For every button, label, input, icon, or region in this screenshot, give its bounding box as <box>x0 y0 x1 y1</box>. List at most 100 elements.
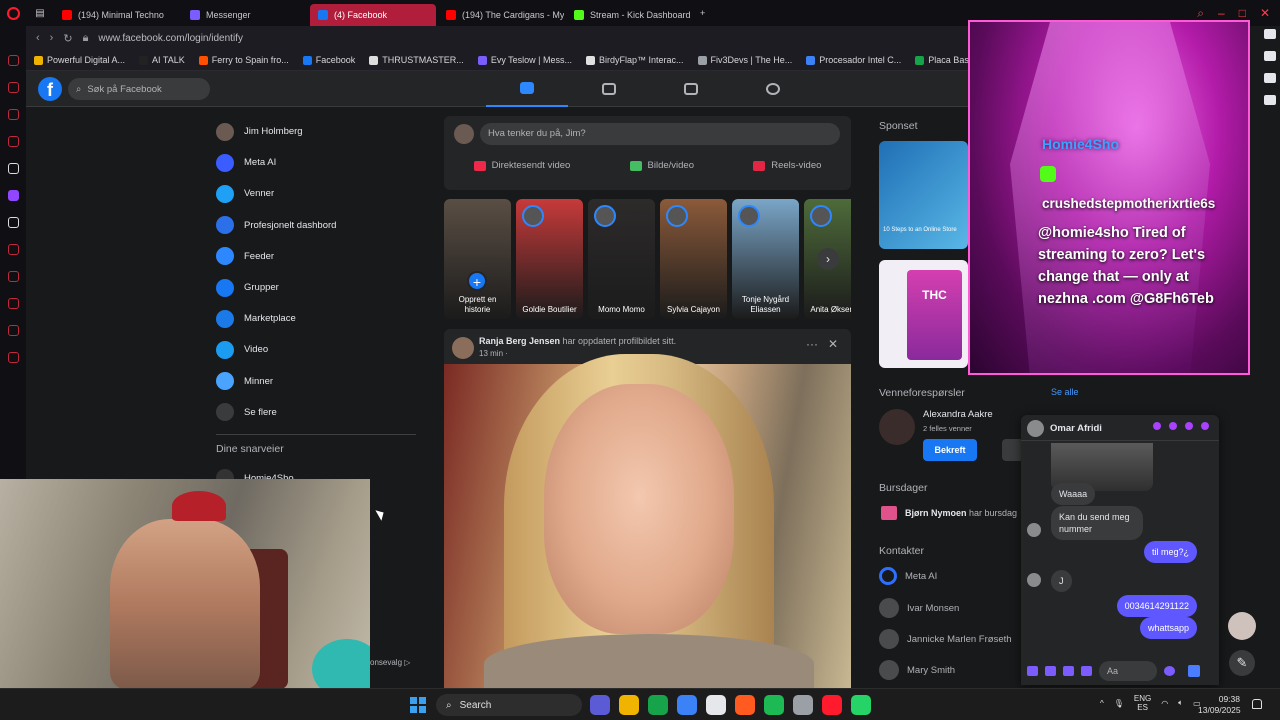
taskbar-app-icon[interactable] <box>590 695 610 715</box>
chat-avatar[interactable] <box>1027 420 1044 437</box>
post-menu-icon[interactable]: ··· <box>806 337 818 351</box>
left-menu-item[interactable]: Feeder <box>212 241 422 272</box>
post-author-avatar[interactable] <box>452 337 474 359</box>
bookmark-item[interactable]: Facebook <box>302 55 355 65</box>
chat-contact-name[interactable]: Omar Afridi <box>1050 423 1102 434</box>
contact-item[interactable]: Mary Smith <box>879 660 955 680</box>
browser-tab[interactable]: (194) The Cardigans - My <box>438 4 564 26</box>
facebook-search-input[interactable]: ⌕ Søk på Facebook <box>68 78 210 100</box>
taskbar-clock[interactable]: 09:38 13/09/2025 <box>1198 694 1241 716</box>
gear-icon[interactable] <box>1264 95 1276 105</box>
browser-tab[interactable]: Stream - Kick Dashboard <box>566 4 692 26</box>
language-indicator[interactable]: ENG ES <box>1134 694 1151 712</box>
volume-icon[interactable]: 🔈︎ <box>1178 698 1183 708</box>
delete-request-button[interactable] <box>1002 439 1022 461</box>
left-menu-item[interactable]: Meta AI <box>212 147 422 178</box>
windows-start-icon[interactable] <box>410 697 426 713</box>
taskbar-app-icon[interactable] <box>822 695 842 715</box>
chat-message-bubble[interactable]: Kan du send meg nummer <box>1051 506 1143 540</box>
story-card[interactable]: Momo Momo <box>588 199 655 319</box>
post-author-name[interactable]: Ranja Berg Jensen <box>479 336 560 346</box>
browser-tab[interactable]: (4) Facebook <box>310 4 436 26</box>
left-menu-item[interactable]: Jim Holmberg <box>212 116 422 147</box>
composer-avatar[interactable] <box>454 124 474 144</box>
bookmark-item[interactable]: Ferry to Spain fro... <box>198 55 289 65</box>
bookmark-item[interactable]: Fiv3Devs | The He... <box>697 55 792 65</box>
left-menu-item[interactable]: Venner <box>212 178 422 209</box>
camera-icon[interactable] <box>1264 29 1276 39</box>
sidebar-settings-icon[interactable] <box>7 352 19 363</box>
new-message-button[interactable]: ✎ <box>1229 650 1255 676</box>
bookmark-item[interactable]: THRUSTMASTER... <box>369 55 464 65</box>
sidebar-clock-icon[interactable] <box>7 244 19 255</box>
record-icon[interactable] <box>1264 51 1276 61</box>
sidebar-history-icon[interactable] <box>7 55 19 66</box>
sponsored-ad-1[interactable]: 10 Steps to an Online Store <box>879 141 968 249</box>
maximize-icon[interactable]: □ <box>1239 6 1246 21</box>
chat-header[interactable]: Omar Afridi <box>1021 415 1219 441</box>
search-tabs-icon[interactable]: ⌕ <box>1197 6 1204 21</box>
chat-message-bubble[interactable]: J <box>1051 570 1072 592</box>
tray-chevron-icon[interactable]: ^ <box>1100 699 1104 708</box>
chat-message-input[interactable]: Aa <box>1099 661 1157 681</box>
reload-icon[interactable]: ↻ <box>63 32 72 45</box>
nav-marketplace-tab[interactable] <box>650 71 732 107</box>
taskbar-app-icon[interactable] <box>648 695 668 715</box>
browser-tab[interactable]: Messenger <box>182 4 308 26</box>
bookmark-item[interactable]: Evy Teslow | Mess... <box>477 55 572 65</box>
composer-input[interactable]: Hva tenker du på, Jim? <box>480 123 840 145</box>
composer-action-button[interactable]: Bilde/video <box>629 160 694 171</box>
sidebar-heart-icon[interactable] <box>7 271 19 282</box>
post-close-icon[interactable]: ✕ <box>828 337 838 351</box>
taskbar-app-icon[interactable] <box>735 695 755 715</box>
contact-item[interactable]: Meta AI <box>879 567 937 585</box>
chat-message-bubble[interactable]: til meg?¿ <box>1143 541 1197 563</box>
browser-tab[interactable]: (194) Minimal Techno <box>54 4 180 26</box>
chat-message-bubble[interactable]: Waaaa <box>1051 483 1096 505</box>
composer-action-button[interactable]: Reels-video <box>753 160 821 171</box>
sidebar-twitch-icon[interactable] <box>7 190 19 201</box>
left-menu-item[interactable]: Video <box>212 334 422 365</box>
left-menu-item[interactable]: Minner <box>212 366 422 397</box>
bookmark-item[interactable]: Placa Base Gigaby... <box>915 55 968 65</box>
birthday-item[interactable]: Bjørn Nymoen har bursdag <box>881 506 1023 520</box>
sidebar-extension-icon[interactable] <box>7 325 19 336</box>
bookmark-item[interactable]: BirdyFlap™ Interac... <box>586 55 684 65</box>
post-photo[interactable] <box>444 354 851 688</box>
contact-item[interactable]: Ivar Monsen <box>879 598 959 618</box>
stories-next-button[interactable]: › <box>817 248 839 270</box>
taskbar-app-icon[interactable] <box>851 695 871 715</box>
back-icon[interactable]: ‹ <box>36 32 40 44</box>
contact-item[interactable]: Jannicke Marlen Frøseth <box>879 629 1012 649</box>
left-menu-item[interactable]: Profesjonelt dashbord <box>212 210 422 241</box>
story-card[interactable]: Sylvia Cajayon <box>660 199 727 319</box>
sidebar-bag-icon[interactable] <box>7 82 19 93</box>
mic-icon[interactable] <box>1027 666 1038 676</box>
confirm-button[interactable]: Bekreft <box>923 439 977 461</box>
sidebar-ai-icon[interactable] <box>7 163 19 174</box>
taskbar-app-icon[interactable] <box>764 695 784 715</box>
tab-menu-icon[interactable]: ▤ <box>26 8 54 19</box>
gif-icon[interactable] <box>1081 666 1092 676</box>
close-chat-icon[interactable] <box>1201 422 1209 430</box>
mic-tray-icon[interactable]: 🎙︎ <box>1114 699 1124 708</box>
left-menu-item[interactable]: Se flere <box>212 397 422 428</box>
facebook-logo-icon[interactable]: f <box>38 77 62 101</box>
phone-icon[interactable] <box>1153 422 1161 430</box>
url-field[interactable]: www.facebook.com/login/identify <box>98 33 243 44</box>
see-all-link[interactable]: Se alle <box>1051 387 1079 397</box>
minimize-icon[interactable]: – <box>1218 6 1225 21</box>
friend-request-name[interactable]: Alexandra Aakre <box>923 409 993 420</box>
video-call-icon[interactable] <box>1169 422 1177 430</box>
chat-sender-avatar[interactable] <box>1027 523 1041 537</box>
sidebar-timer-icon[interactable] <box>7 298 19 309</box>
like-icon[interactable] <box>1188 665 1200 677</box>
privacy-link-fragment[interactable]: onsevalg ▷ <box>370 658 410 667</box>
story-card[interactable]: Goldie Boutilier <box>516 199 583 319</box>
forward-icon[interactable]: › <box>50 32 54 44</box>
chat-head-bubble[interactable] <box>1228 612 1256 640</box>
story-card[interactable]: Tonje Nygård Eliassen <box>732 199 799 319</box>
chat-message-bubble[interactable]: whattsapp <box>1139 617 1197 639</box>
post-timestamp[interactable]: 13 min · <box>479 349 508 358</box>
sponsored-ad-2[interactable]: THC <box>879 260 968 368</box>
